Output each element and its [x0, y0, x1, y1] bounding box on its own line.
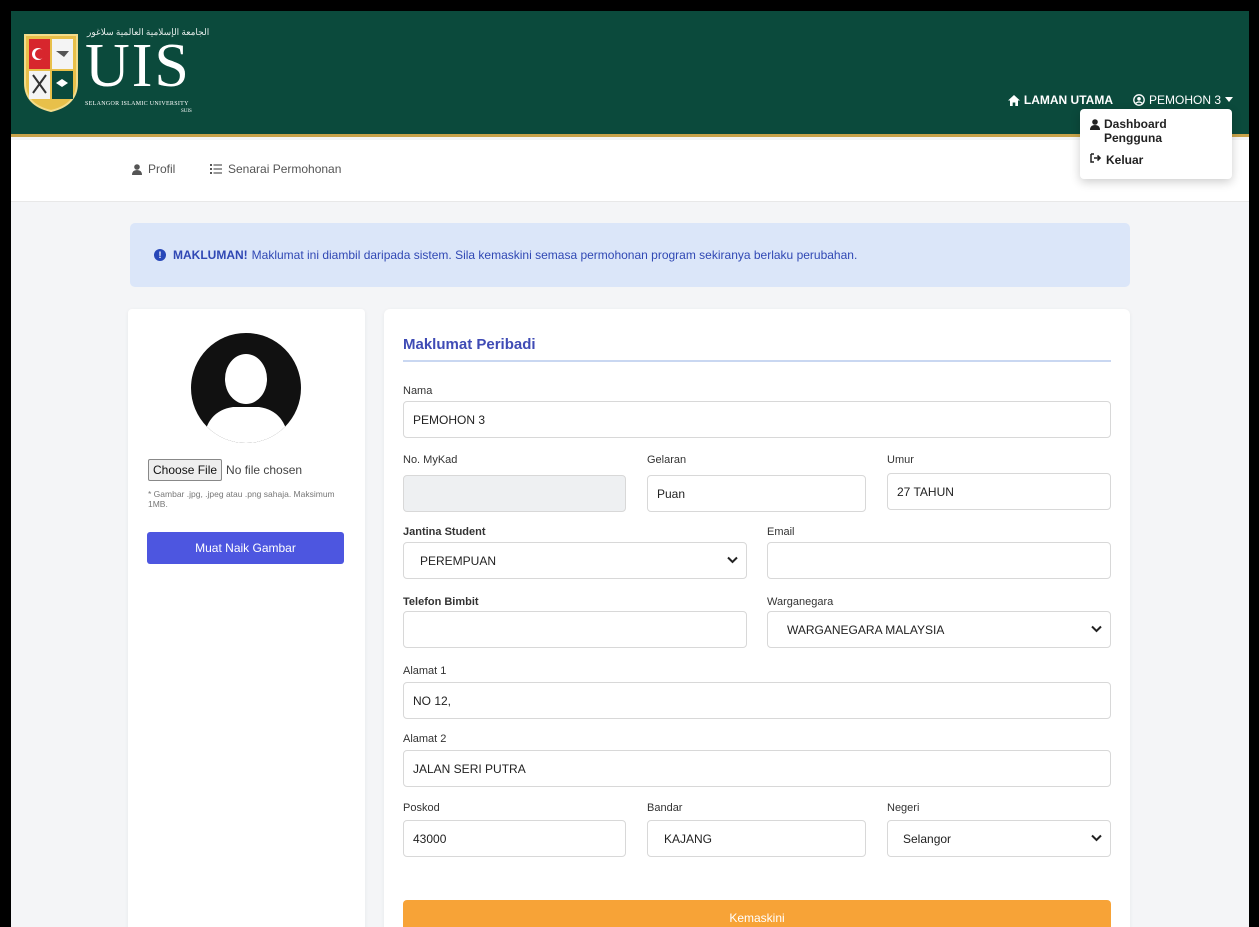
page-frame: الجامعة الإسلامية العالمية سلاغور UIS SE…: [11, 11, 1249, 927]
sub-nav: Profil Senarai Permohonan: [11, 140, 1249, 202]
file-hint: * Gambar .jpg, .jpeg atau .png sahaja. M…: [148, 489, 335, 509]
email-label: Email: [767, 526, 795, 538]
alamat2-label: Alamat 2: [403, 733, 447, 745]
logo-subtitle-abbrev: SUIS: [181, 109, 192, 114]
email-field[interactable]: [767, 542, 1111, 579]
user-icon: [132, 163, 142, 175]
university-crest-icon: [24, 34, 78, 113]
telefon-field[interactable]: [403, 611, 747, 648]
sign-out-icon: [1090, 153, 1102, 163]
subnav-profil-label: Profil: [148, 162, 176, 176]
subnav-senarai-permohonan[interactable]: Senarai Permohonan: [210, 162, 341, 176]
nav-laman-utama[interactable]: LAMAN UTAMA: [1007, 93, 1113, 107]
poskod-label: Poskod: [403, 802, 440, 814]
profile-photo-card: Choose File No file chosen * Gambar .jpg…: [128, 309, 365, 927]
upload-photo-button[interactable]: Muat Naik Gambar: [147, 532, 344, 564]
logo-wordmark: UIS: [85, 32, 191, 100]
nama-label: Nama: [403, 385, 433, 397]
menu-item-keluar-label: Keluar: [1106, 153, 1144, 167]
menu-item-dashboard[interactable]: Dashboard Pengguna: [1090, 117, 1222, 145]
kemaskini-button[interactable]: Kemaskini: [403, 900, 1111, 927]
info-circle-icon: !: [154, 249, 166, 261]
gelaran-field[interactable]: Puan: [647, 475, 866, 512]
nama-field[interactable]: PEMOHON 3: [403, 401, 1111, 438]
nav-user-label: PEMOHON 3: [1148, 93, 1221, 107]
jantina-label: Jantina Student: [403, 526, 486, 538]
choose-file-button[interactable]: Choose File: [148, 459, 223, 481]
warganegara-label: Warganegara: [767, 596, 834, 608]
nav-laman-utama-label: LAMAN UTAMA: [1023, 93, 1113, 107]
menu-item-dashboard-label: Dashboard Pengguna: [1104, 117, 1167, 145]
top-header: الجامعة الإسلامية العالمية سلاغور UIS SE…: [11, 11, 1249, 137]
menu-item-keluar[interactable]: Keluar: [1090, 153, 1222, 167]
file-status: No file chosen: [226, 463, 303, 477]
negeri-select[interactable]: Selangor: [887, 820, 1111, 857]
alert-strong: MAKLUMAN!: [173, 248, 248, 262]
logo-subtitle: SELANGOR ISLAMIC UNIVERSITY: [85, 101, 189, 107]
bandar-field[interactable]: KAJANG: [647, 820, 866, 857]
mykad-label: No. MyKad: [403, 454, 458, 466]
chevron-down-icon: [727, 556, 738, 564]
avatar-placeholder-icon: [191, 333, 301, 443]
poskod-field[interactable]: 43000: [403, 820, 626, 857]
user-dropdown-menu: Dashboard Pengguna Keluar: [1080, 109, 1232, 179]
alamat1-label: Alamat 1: [403, 665, 447, 677]
mykad-field[interactable]: [403, 475, 626, 512]
telefon-label: Telefon Bimbit: [403, 596, 479, 608]
umur-field[interactable]: 27 TAHUN: [887, 473, 1111, 510]
list-icon: [210, 164, 222, 174]
negeri-label: Negeri: [887, 802, 920, 814]
home-icon: [1007, 94, 1020, 106]
chevron-down-icon: [1091, 625, 1102, 633]
subnav-senarai-label: Senarai Permohonan: [228, 162, 342, 176]
negeri-value: Selangor: [903, 831, 952, 846]
warganegara-select[interactable]: WARGANEGARA MALAYSIA: [767, 611, 1111, 648]
umur-label: Umur: [887, 454, 914, 466]
section-title: Maklumat Peribadi: [403, 336, 536, 353]
nav-user-menu[interactable]: PEMOHON 3: [1133, 93, 1233, 107]
warganegara-value: WARGANEGARA MALAYSIA: [787, 622, 945, 637]
info-alert: ! MAKLUMAN! Maklumat ini diambil daripad…: [130, 223, 1130, 287]
subnav-profil[interactable]: Profil: [132, 162, 175, 176]
alamat2-field[interactable]: JALAN SERI PUTRA: [403, 750, 1111, 787]
user-icon: [1090, 119, 1100, 130]
uis-logo[interactable]: الجامعة الإسلامية العالمية سلاغور UIS SE…: [23, 27, 233, 123]
user-circle-icon: [1133, 94, 1145, 106]
chevron-down-icon: [1091, 834, 1102, 842]
personal-info-card: Maklumat Peribadi Nama PEMOHON 3 No. MyK…: [384, 309, 1130, 927]
jantina-select[interactable]: PEREMPUAN: [403, 542, 747, 579]
caret-down-icon: [1225, 97, 1233, 102]
section-divider: [403, 360, 1111, 362]
file-input-row: Choose File No file chosen: [148, 459, 302, 481]
gelaran-label: Gelaran: [647, 454, 687, 466]
alert-text: Maklumat ini diambil daripada sistem. Si…: [251, 248, 858, 262]
bandar-label: Bandar: [647, 802, 683, 814]
top-nav: LAMAN UTAMA PEMOHON 3: [1007, 93, 1233, 107]
alamat1-field[interactable]: NO 12,: [403, 682, 1111, 719]
jantina-value: PEREMPUAN: [420, 553, 497, 568]
